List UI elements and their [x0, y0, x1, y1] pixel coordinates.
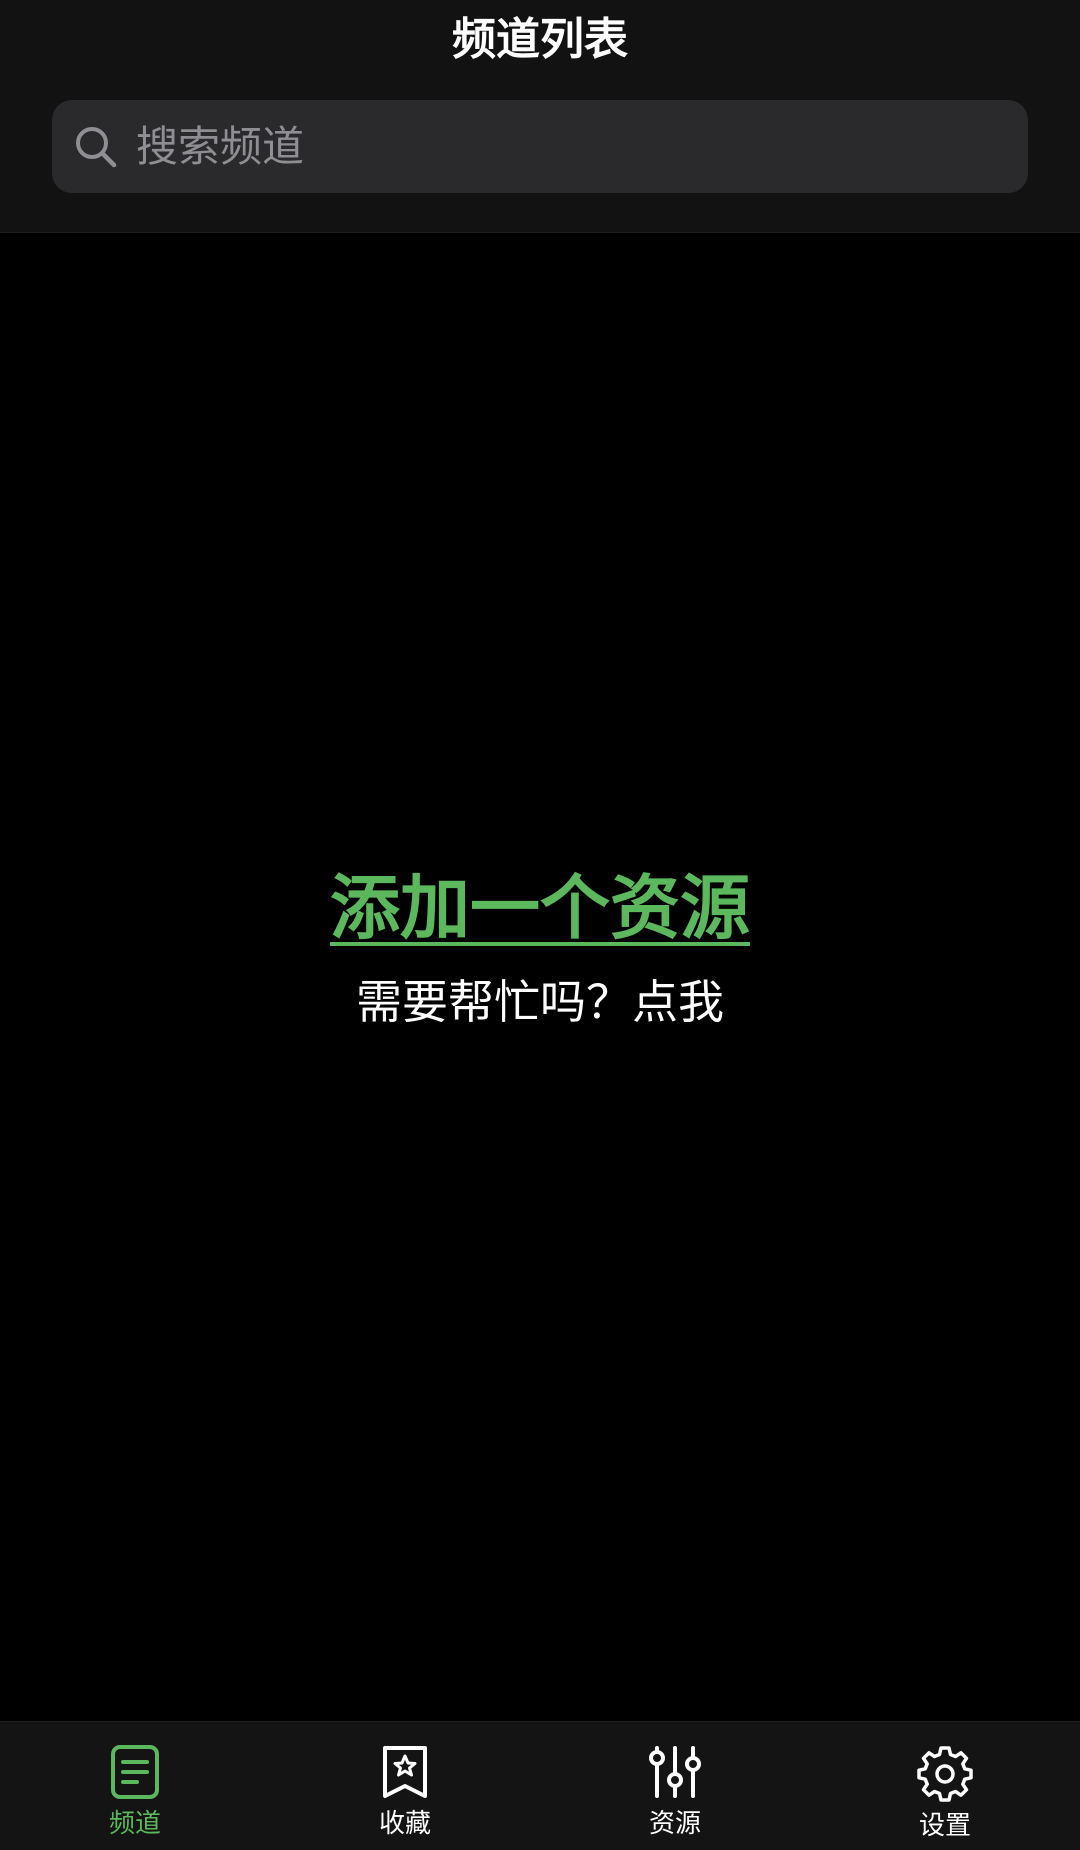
tab-settings[interactable]: 设置: [810, 1722, 1080, 1850]
channel-list-icon: [111, 1745, 159, 1799]
search-bar[interactable]: [52, 100, 1028, 193]
tab-channels[interactable]: 频道: [0, 1722, 270, 1850]
tab-sources[interactable]: 资源: [540, 1722, 810, 1850]
search-input[interactable]: [134, 115, 1028, 178]
tab-favorites[interactable]: 收藏: [270, 1722, 540, 1850]
add-source-link[interactable]: 添加一个资源: [330, 867, 750, 949]
sliders-icon: [649, 1746, 701, 1798]
bottom-tab-bar: 频道 收藏 资源 设置: [0, 1721, 1080, 1850]
tab-label: 资源: [648, 1809, 701, 1839]
bookmark-star-icon: [383, 1746, 427, 1798]
tab-label: 收藏: [378, 1809, 431, 1839]
add-source-container: 添加一个资源: [0, 852, 1080, 953]
main-content: 添加一个资源 需要帮忙吗？点我: [0, 234, 1080, 1721]
help-link[interactable]: 需要帮忙吗？点我: [0, 972, 1080, 1032]
header-bar: 频道列表: [0, 0, 1080, 233]
tab-label: 设置: [918, 1811, 971, 1841]
tab-label: 频道: [108, 1809, 161, 1839]
page-title: 频道列表: [452, 14, 628, 65]
app-screen: 频道列表 添加一个资源 需要帮忙吗？点我 频道: [0, 0, 1080, 1850]
search-icon: [72, 123, 120, 171]
gear-icon: [917, 1746, 973, 1802]
